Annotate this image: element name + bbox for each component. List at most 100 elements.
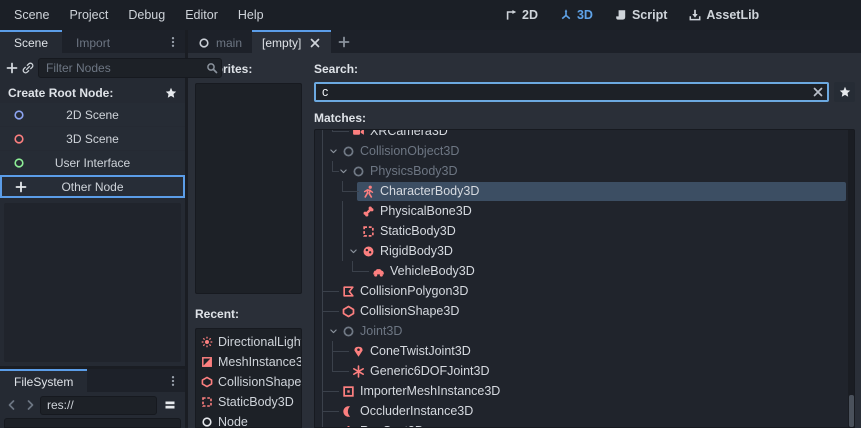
root-option-user-interface[interactable]: User Interface [0,151,185,174]
tree-item-label: XRCamera3D [370,130,448,138]
2d-icon [505,9,517,21]
tree-item-label: CollisionObject3D [360,144,459,158]
workspace-assetlib[interactable]: AssetLib [682,5,766,25]
scene-tree-empty-area[interactable] [4,203,181,362]
tab-import[interactable]: Import [62,30,124,53]
tree-item[interactable]: RigidBody3D [315,241,847,261]
root-option-label: User Interface [0,156,185,170]
tree-item[interactable]: XRCamera3D [315,130,847,141]
tree-item-label: CollisionPolygon3D [360,284,468,298]
tree-item[interactable]: Generic6DOFJoint3D [315,361,847,381]
favorites-list[interactable] [195,83,302,294]
root-option-other-node[interactable]: Other Node [0,175,185,198]
instantiate-scene-button[interactable] [22,57,34,79]
root-option-2d-scene[interactable]: 2D Scene [0,103,185,126]
matches-tree: XRCamera3D CollisionObject3D PhysicsBody3D… [315,130,847,427]
tab-filesystem[interactable]: FileSystem [0,369,87,392]
menu-help[interactable]: Help [228,4,274,26]
tree-item[interactable]: PhysicsBody3D [315,161,847,181]
scene-tab-label: main [216,36,242,50]
3d-icon [560,9,572,21]
tree-item[interactable]: PhysicalBone3D [315,201,847,221]
scene-tab-main[interactable]: main [188,30,252,53]
recent-item[interactable]: StaticBody3D [198,392,299,412]
workspace-label: AssetLib [706,8,759,22]
tree-item-label: Generic6DOFJoint3D [370,364,490,378]
scene-tabbar: main [empty] [188,30,861,53]
recent-item[interactable]: MeshInstance3D [198,352,299,372]
toggle-split-mode-button[interactable] [159,395,181,415]
menu-scene[interactable]: Scene [4,4,59,26]
history-forward-button[interactable] [22,395,38,415]
tab-scene[interactable]: Scene [0,30,62,53]
root-option-label: 2D Scene [0,108,185,122]
tree-item[interactable]: VehicleBody3D [315,261,847,281]
menu-debug[interactable]: Debug [118,4,175,26]
tree-item[interactable]: OccluderInstance3D [315,401,847,421]
root-option-label: Other Node [2,180,183,194]
filter-nodes-input[interactable] [38,58,222,78]
recent-item[interactable]: Node [198,412,299,428]
tree-item[interactable]: CollisionObject3D [315,141,847,161]
rigid-body-icon [362,245,375,258]
history-back-button[interactable] [4,395,20,415]
dock-menu-button[interactable] [161,30,185,53]
filesystem-filter-input[interactable] [4,418,181,428]
matches-tree-panel: XRCamera3D CollisionObject3D PhysicsBody3D… [314,129,855,428]
recent-item[interactable]: DirectionalLight... [198,332,299,352]
directional-light-icon [201,336,213,348]
plus-icon [6,62,18,74]
node-icon [13,109,25,121]
recent-item[interactable]: CollisionShape3D [198,372,299,392]
plus-icon [15,181,27,193]
workspace-3d[interactable]: 3D [553,5,600,25]
root-option-3d-scene[interactable]: 3D Scene [0,127,185,150]
tree-item-label: StaticBody3D [380,224,456,238]
tree-item[interactable]: CharacterBody3D [315,181,847,201]
menu-editor[interactable]: Editor [175,4,228,26]
vehicle-body-icon [372,265,385,278]
recent-label: Recent: [195,307,302,321]
scene-tab-label: [empty] [262,36,301,50]
recent-item-label: StaticBody3D [218,395,294,409]
workspace-2d[interactable]: 2D [498,5,545,25]
workspace-label: 2D [522,8,538,22]
tree-item[interactable]: Joint3D [315,321,847,341]
tree-item[interactable]: StaticBody3D [315,221,847,241]
collision-polygon-icon [342,285,355,298]
toggle-favorite-button[interactable] [834,82,855,102]
scene-tab-empty[interactable]: [empty] [252,30,331,53]
chevron-right-icon [24,399,36,411]
workspace-script[interactable]: Script [608,5,674,25]
clear-search-icon[interactable] [812,86,824,98]
node-icon [342,325,355,338]
menu-items: SceneProjectDebugEditorHelp [4,4,274,26]
tree-scrollbar[interactable] [848,130,854,427]
node-search-input[interactable] [314,82,829,102]
filesystem-menu-button[interactable] [161,369,185,392]
tree-item[interactable]: ConeTwistJoint3D [315,341,847,361]
camera-icon [352,130,365,138]
chevron-down-icon [329,147,338,156]
close-icon[interactable] [309,37,321,49]
character-body-icon [362,185,375,198]
tree-item[interactable]: CollisionPolygon3D [315,281,847,301]
root-option-label: 3D Scene [0,132,185,146]
assetlib-icon [689,9,701,21]
menu-project[interactable]: Project [59,4,118,26]
tree-item-label: ConeTwistJoint3D [370,344,471,358]
create-root-options: 2D Scene 3D Scene User Interface Other Node [0,103,185,199]
recent-item-label: MeshInstance3D [218,355,302,369]
tree-item[interactable]: CollisionShape3D [315,301,847,321]
tree-scrollbar-thumb[interactable] [849,395,854,427]
tree-item[interactable]: RayCast3D [315,421,847,427]
plus-icon [338,36,350,48]
favorites-star-icon[interactable] [165,87,177,99]
filesystem-path-input[interactable] [40,396,157,415]
recent-list: DirectionalLight... MeshInstance3D Collisi… [195,328,302,428]
add-node-button[interactable] [6,57,18,79]
add-scene-tab-button[interactable] [331,30,357,53]
tree-item[interactable]: ImporterMeshInstance3D [315,381,847,401]
recent-item-label: Node [218,415,248,428]
workspace-switcher: 2D 3D Script AssetLib [498,0,766,30]
